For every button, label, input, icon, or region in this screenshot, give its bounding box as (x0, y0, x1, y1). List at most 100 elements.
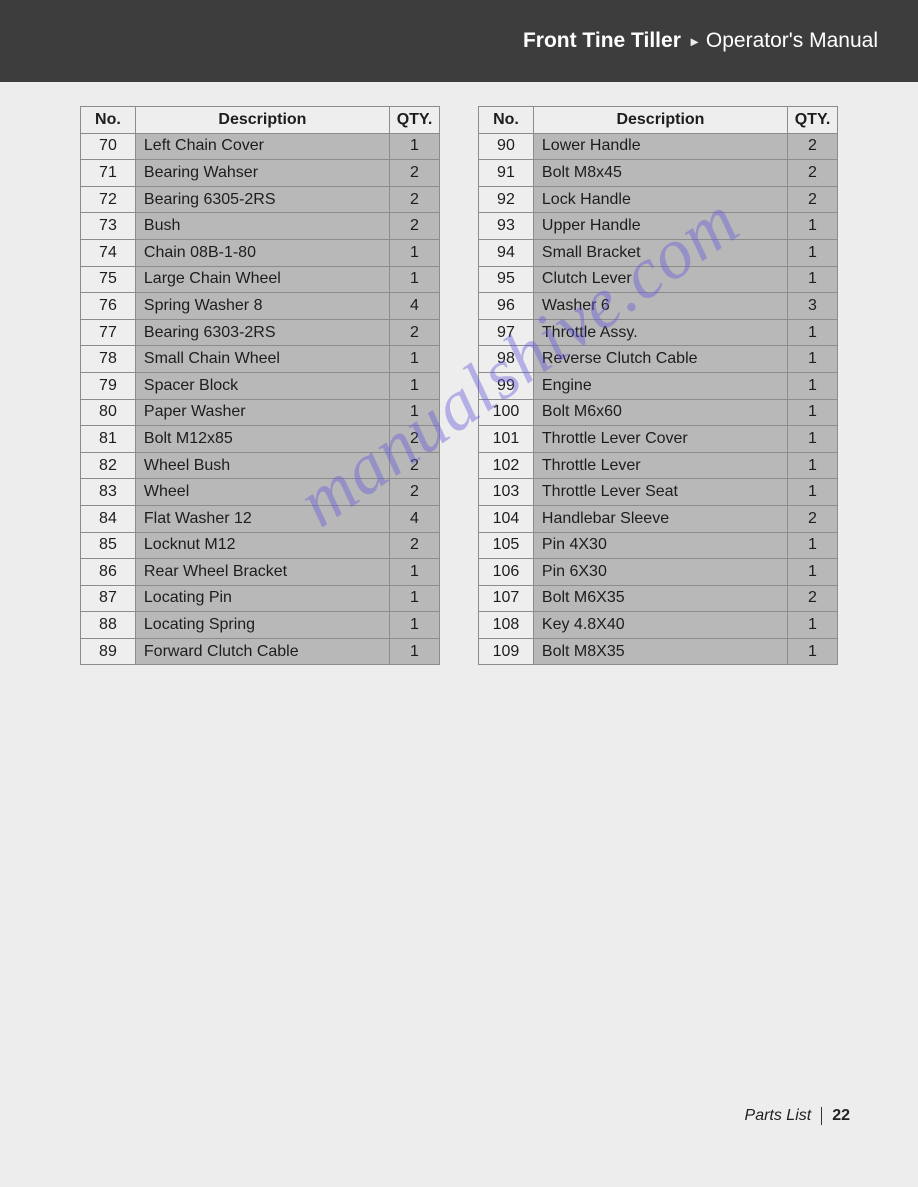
cell-qty: 1 (389, 239, 439, 266)
table-row: 103Throttle Lever Seat1 (478, 478, 837, 505)
cell-no: 73 (80, 212, 135, 239)
table-row: 71Bearing Wahser2 (80, 159, 439, 186)
cell-no: 98 (478, 345, 533, 372)
cell-description: Paper Washer (135, 399, 389, 426)
cell-description: Locknut M12 (135, 532, 389, 559)
cell-qty: 2 (787, 585, 837, 612)
cell-description: Left Chain Cover (135, 133, 389, 160)
cell-no: 85 (80, 532, 135, 559)
col-header-qty: QTY. (389, 106, 439, 133)
cell-description: Forward Clutch Cable (135, 638, 389, 665)
cell-no: 102 (478, 452, 533, 479)
cell-no: 91 (478, 159, 533, 186)
cell-qty: 4 (389, 292, 439, 319)
cell-description: Handlebar Sleeve (533, 505, 787, 532)
cell-description: Pin 6X30 (533, 558, 787, 585)
cell-no: 106 (478, 558, 533, 585)
cell-description: Bolt M12x85 (135, 425, 389, 452)
table-row: 104Handlebar Sleeve2 (478, 505, 837, 532)
product-name: Front Tine Tiller (523, 29, 681, 53)
cell-no: 105 (478, 532, 533, 559)
cell-description: Bush (135, 212, 389, 239)
table-row: 99Engine1 (478, 372, 837, 399)
document-header: Front Tine Tiller ▸ Operator's Manual (0, 0, 918, 82)
cell-qty: 1 (787, 478, 837, 505)
cell-qty: 2 (389, 532, 439, 559)
cell-description: Bearing 6305-2RS (135, 186, 389, 213)
cell-no: 109 (478, 638, 533, 665)
cell-no: 97 (478, 319, 533, 346)
cell-qty: 1 (787, 345, 837, 372)
table-row: 100Bolt M6x601 (478, 399, 837, 426)
table-row: 107Bolt M6X352 (478, 585, 837, 612)
cell-description: Engine (533, 372, 787, 399)
cell-qty: 1 (787, 638, 837, 665)
cell-qty: 1 (389, 372, 439, 399)
table-row: 75Large Chain Wheel1 (80, 266, 439, 293)
cell-qty: 2 (389, 478, 439, 505)
cell-no: 92 (478, 186, 533, 213)
cell-no: 79 (80, 372, 135, 399)
cell-no: 77 (80, 319, 135, 346)
cell-qty: 1 (787, 239, 837, 266)
table-row: 86Rear Wheel Bracket1 (80, 558, 439, 585)
cell-qty: 1 (787, 452, 837, 479)
cell-qty: 1 (787, 611, 837, 638)
cell-qty: 2 (389, 212, 439, 239)
col-header-qty: QTY. (787, 106, 837, 133)
cell-no: 95 (478, 266, 533, 293)
table-header-row: No. Description QTY. (478, 106, 837, 133)
table-row: 94Small Bracket1 (478, 239, 837, 266)
cell-qty: 1 (389, 345, 439, 372)
cell-description: Key 4.8X40 (533, 611, 787, 638)
table-row: 76Spring Washer 84 (80, 292, 439, 319)
parts-table-left: No. Description QTY. 70Left Chain Cover1… (80, 106, 440, 665)
cell-description: Lower Handle (533, 133, 787, 160)
table-row: 79Spacer Block1 (80, 372, 439, 399)
col-header-no: No. (80, 106, 135, 133)
cell-no: 94 (478, 239, 533, 266)
cell-no: 99 (478, 372, 533, 399)
table-row: 95Clutch Lever1 (478, 266, 837, 293)
cell-qty: 1 (389, 585, 439, 612)
content-area: No. Description QTY. 70Left Chain Cover1… (0, 82, 918, 665)
cell-description: Wheel (135, 478, 389, 505)
table-header-row: No. Description QTY. (80, 106, 439, 133)
cell-qty: 1 (389, 611, 439, 638)
cell-description: Small Bracket (533, 239, 787, 266)
table-row: 84Flat Washer 124 (80, 505, 439, 532)
cell-description: Throttle Lever (533, 452, 787, 479)
cell-description: Throttle Lever Cover (533, 425, 787, 452)
table-row: 106Pin 6X301 (478, 558, 837, 585)
cell-no: 83 (80, 478, 135, 505)
cell-no: 96 (478, 292, 533, 319)
cell-qty: 1 (787, 266, 837, 293)
footer-divider (821, 1107, 822, 1125)
cell-description: Flat Washer 12 (135, 505, 389, 532)
cell-qty: 1 (787, 399, 837, 426)
col-header-no: No. (478, 106, 533, 133)
cell-description: Bolt M8X35 (533, 638, 787, 665)
cell-qty: 1 (787, 532, 837, 559)
table-row: 88Locating Spring1 (80, 611, 439, 638)
cell-description: Chain 08B-1-80 (135, 239, 389, 266)
cell-description: Bolt M6x60 (533, 399, 787, 426)
cell-description: Spacer Block (135, 372, 389, 399)
page-footer: Parts List 22 (745, 1107, 850, 1125)
cell-description: Locating Pin (135, 585, 389, 612)
cell-qty: 2 (389, 186, 439, 213)
cell-description: Rear Wheel Bracket (135, 558, 389, 585)
cell-no: 81 (80, 425, 135, 452)
cell-qty: 2 (389, 425, 439, 452)
table-row: 77Bearing 6303-2RS2 (80, 319, 439, 346)
cell-no: 93 (478, 212, 533, 239)
table-row: 74Chain 08B-1-801 (80, 239, 439, 266)
table-row: 96Washer 63 (478, 292, 837, 319)
table-row: 98Reverse Clutch Cable1 (478, 345, 837, 372)
cell-no: 108 (478, 611, 533, 638)
table-row: 85Locknut M122 (80, 532, 439, 559)
cell-qty: 1 (787, 319, 837, 346)
cell-no: 88 (80, 611, 135, 638)
section-name: Parts List (745, 1107, 812, 1125)
table-row: 102Throttle Lever1 (478, 452, 837, 479)
